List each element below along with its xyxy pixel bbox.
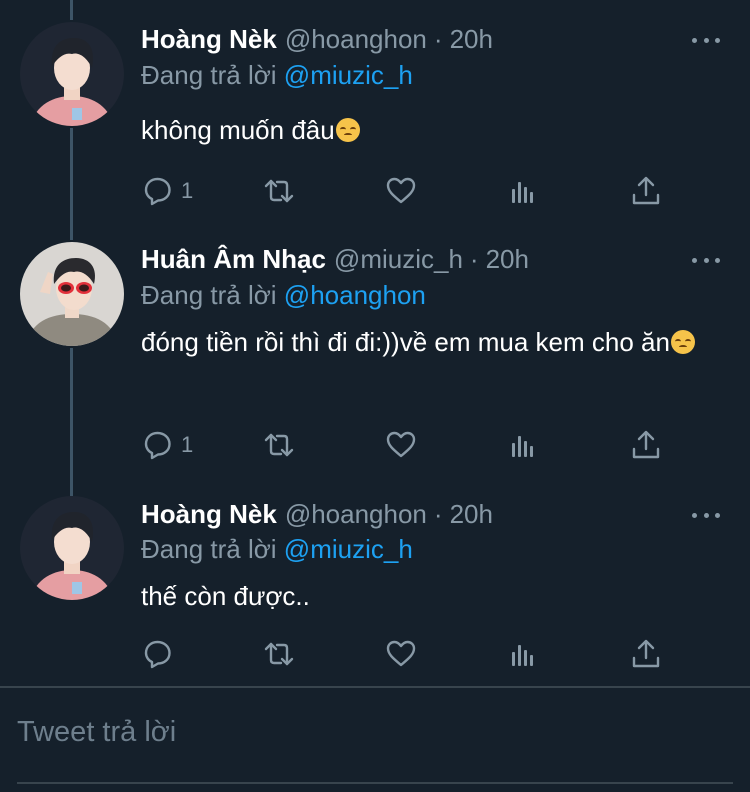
divider xyxy=(0,686,750,688)
replying-prefix: Đang trả lời xyxy=(141,534,277,564)
author-name[interactable]: Hoàng Nèk xyxy=(141,499,277,530)
retweet-button[interactable] xyxy=(262,637,296,671)
more-dot xyxy=(692,512,697,518)
retweet-icon xyxy=(264,642,294,666)
like-icon xyxy=(386,640,416,667)
replying-to: Đang trả lời @miuzic_h xyxy=(141,534,413,565)
tweet[interactable]: Hoàng Nèk @hoanghon · 20h Đang trả lời @… xyxy=(0,0,750,680)
more-dot xyxy=(703,512,709,518)
more-dot xyxy=(715,512,720,518)
share-button[interactable] xyxy=(629,637,663,671)
tweet-timestamp[interactable]: 20h xyxy=(450,499,493,530)
tweet-actions xyxy=(141,637,671,671)
more-options-button[interactable] xyxy=(692,505,720,525)
analytics-icon xyxy=(512,645,533,666)
avatar[interactable] xyxy=(20,496,124,600)
reply-button[interactable] xyxy=(141,637,175,671)
conversation-thread: Hoàng Nèk @hoanghon · 20h Đang trả lời @… xyxy=(0,0,750,792)
reply-icon xyxy=(144,640,171,669)
share-icon xyxy=(632,639,660,668)
separator-dot: · xyxy=(433,498,443,529)
tweet-text-content: thế còn được.. xyxy=(141,581,310,611)
author-handle[interactable]: @hoanghon xyxy=(285,499,427,530)
reply-input-underline xyxy=(17,782,733,784)
analytics-button[interactable] xyxy=(507,637,541,671)
reply-input[interactable]: Tweet trả lời xyxy=(17,716,176,749)
like-button[interactable] xyxy=(384,637,418,671)
mention-link[interactable]: @miuzic_h xyxy=(284,534,413,564)
tweet-text: thế còn được.. xyxy=(141,574,731,618)
